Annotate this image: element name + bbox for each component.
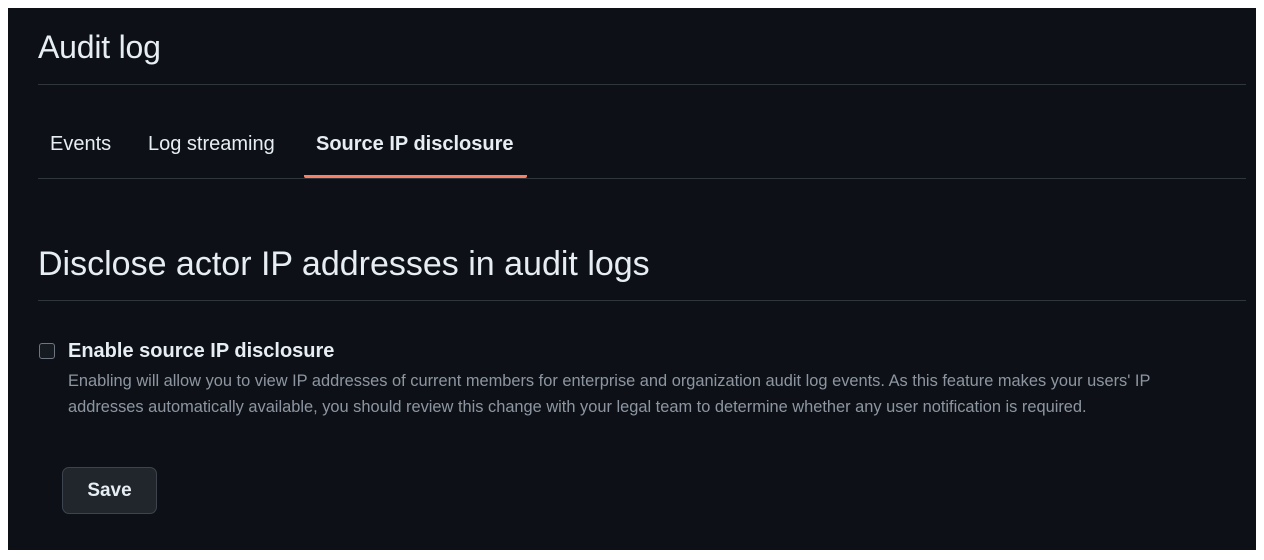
section-title: Disclose actor IP addresses in audit log… [38,245,650,283]
tab-log-streaming[interactable]: Log streaming [148,120,275,178]
audit-log-tabs: Events Log streaming Source IP disclosur… [38,120,1246,179]
tab-source-ip-disclosure[interactable]: Source IP disclosure [304,120,527,178]
page-title: Audit log [38,29,161,65]
enable-source-ip-disclosure-label[interactable]: Enable source IP disclosure [68,339,334,363]
title-divider [38,84,1246,85]
checkbox-description: Enabling will allow you to view IP addre… [68,372,1151,416]
tab-events[interactable]: Events [50,120,111,178]
save-button[interactable]: Save [62,467,157,514]
section-divider [38,300,1246,301]
enable-source-ip-disclosure-checkbox[interactable] [39,343,55,359]
audit-log-page: Audit log Events Log streaming Source IP… [8,8,1256,550]
